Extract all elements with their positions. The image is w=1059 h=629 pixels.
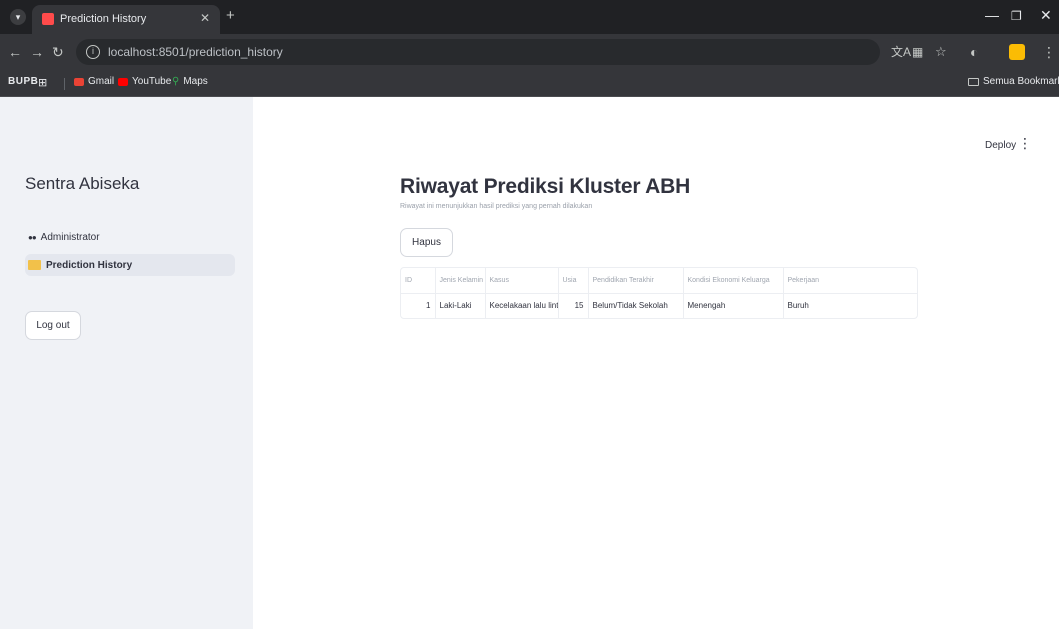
prediction-history-table[interactable]: ID Jenis Kelamin Kasus Usia Pendidikan T… [400, 267, 918, 319]
address-url[interactable]: localhost:8501/prediction_history [108, 45, 283, 59]
table-row: 1 Laki-Laki Kecelakaan lalu lintas 15 Be… [401, 293, 917, 318]
address-bar[interactable]: i localhost:8501/prediction_history [76, 39, 880, 65]
profile-avatar-icon[interactable] [1009, 44, 1025, 60]
close-tab-icon[interactable]: ✕ [200, 11, 210, 25]
column-header-pekerjaan[interactable]: Pekerjaan [783, 268, 917, 294]
delete-button[interactable]: Hapus [400, 228, 453, 257]
sidebar: Sentra Abiseka ●● Administrator Predicti… [0, 97, 253, 629]
extension-icon[interactable]: ▦ [912, 44, 923, 60]
page-title: Riwayat Prediksi Kluster ABH [400, 175, 691, 198]
table-cell[interactable]: Buruh [783, 293, 917, 318]
page-caption: Riwayat ini menunjukkan hasil prediksi y… [400, 203, 593, 210]
tab-strip: ▾ Prediction History ✕ + — ❐ ✕ [0, 0, 1059, 34]
back-arrow-icon[interactable]: ← [8, 44, 22, 60]
browser-menu-icon[interactable]: ⋮ [1042, 44, 1056, 60]
sidebar-brand: Sentra Abiseka [25, 174, 140, 193]
table-cell[interactable]: Kecelakaan lalu lintas [485, 293, 559, 318]
column-header-jenis-kelamin[interactable]: Jenis Kelamin [435, 268, 486, 294]
tab-search-icon[interactable]: ▾ [10, 9, 26, 25]
browser-chrome: ▾ Prediction History ✕ + — ❐ ✕ ← → ↻ i l… [0, 0, 1059, 97]
translate-icon[interactable]: 文A [891, 44, 911, 60]
maps-pin-icon: ⚲ [172, 76, 180, 87]
apps-grid-icon[interactable]: ⊞ [38, 76, 47, 89]
bookmarks-bar: BUPB ⊞ Gmail YouTube ⚲ Maps Semua Bookma… [0, 70, 1059, 97]
bookmark-maps-label: Maps [183, 76, 208, 87]
column-header-usia[interactable]: Usia [558, 268, 589, 294]
tab-prediction-history[interactable]: Prediction History ✕ [32, 5, 220, 34]
column-header-pendidikan[interactable]: Pendidikan Terakhir [588, 268, 684, 294]
browser-toolbar: ← → ↻ i localhost:8501/prediction_histor… [0, 34, 1059, 70]
bookmark-star-icon[interactable]: ☆ [935, 44, 947, 60]
bookmark-youtube-label: YouTube [132, 76, 172, 87]
table-cell[interactable]: Laki-Laki [435, 293, 486, 318]
streamlit-favicon-icon [42, 13, 54, 25]
user-group-icon: ●● [28, 232, 37, 242]
folder-outline-icon [968, 77, 979, 86]
table-cell[interactable]: 15 [558, 293, 589, 318]
new-tab-button[interactable]: + [226, 8, 235, 24]
column-header-kondisi-ekonomi[interactable]: Kondisi Ekonomi Keluarga [683, 268, 784, 294]
sidebar-item-administrator[interactable]: ●● Administrator [25, 226, 235, 248]
all-bookmarks[interactable]: Semua Bookmark [968, 76, 1059, 87]
bookmark-maps[interactable]: ⚲ Maps [172, 76, 208, 87]
tab-title: Prediction History [60, 13, 147, 25]
extensions-puzzle-icon[interactable]: ◐ [970, 44, 978, 60]
restore-icon[interactable]: ❐ [1011, 9, 1022, 23]
reload-icon[interactable]: ↻ [52, 44, 64, 60]
bookmark-gmail-label: Gmail [88, 76, 115, 87]
folder-icon [28, 260, 41, 270]
table-cell[interactable]: Menengah [683, 293, 784, 318]
close-window-icon[interactable]: ✕ [1040, 7, 1052, 24]
all-bookmarks-label: Semua Bookmark [983, 76, 1059, 87]
main-menu-icon[interactable]: ⋮ [1018, 136, 1032, 150]
bookmark-gmail[interactable]: Gmail [74, 76, 114, 87]
site-info-icon[interactable]: i [86, 45, 100, 59]
gmail-icon [74, 77, 84, 86]
column-header-id[interactable]: ID [401, 268, 436, 294]
sidebar-item-prediction-history[interactable]: Prediction History [25, 254, 235, 276]
table-cell[interactable]: Belum/Tidak Sekolah [588, 293, 684, 318]
column-header-kasus[interactable]: Kasus [485, 268, 559, 294]
sidebar-item-label: Administrator [40, 231, 100, 243]
logout-button[interactable]: Log out [25, 311, 81, 340]
bookmark-bupb[interactable]: BUPB [8, 76, 38, 87]
minimize-icon[interactable]: — [985, 7, 999, 23]
youtube-icon [118, 77, 128, 86]
table-header-row: ID Jenis Kelamin Kasus Usia Pendidikan T… [401, 268, 917, 294]
forward-arrow-icon[interactable]: → [30, 44, 44, 60]
deploy-button[interactable]: Deploy [985, 140, 1016, 151]
bookmark-separator [64, 78, 65, 90]
sidebar-item-label: Prediction History [46, 259, 133, 271]
bookmark-youtube[interactable]: YouTube [118, 76, 171, 87]
table-cell[interactable]: 1 [401, 293, 436, 318]
